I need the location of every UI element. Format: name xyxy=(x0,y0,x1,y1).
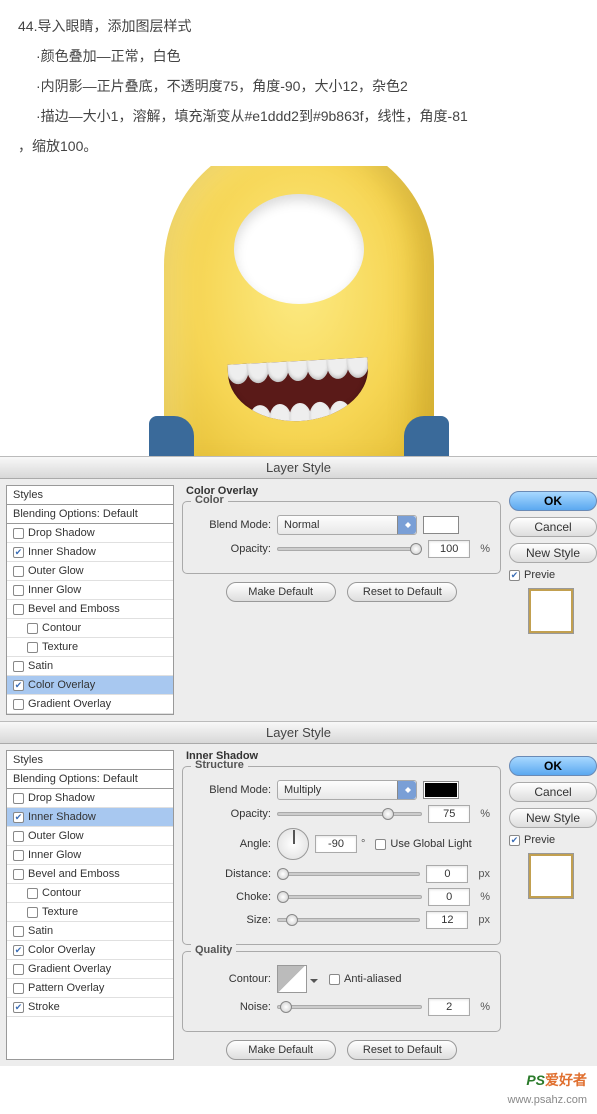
label-size: Size: xyxy=(193,914,271,926)
dialog-title: Layer Style xyxy=(0,722,597,744)
style-row-inner-glow[interactable]: Inner Glow xyxy=(7,581,173,600)
label-noise: Noise: xyxy=(193,1001,271,1013)
use-global-light-checkbox[interactable] xyxy=(375,839,386,850)
distance-slider[interactable] xyxy=(277,866,420,882)
angle-input[interactable]: -90 xyxy=(315,835,357,853)
label-opacity: Opacity: xyxy=(193,808,271,820)
size-slider[interactable] xyxy=(277,912,420,928)
fieldset-color: Color Blend Mode: Normal Opacity: 100 % xyxy=(182,501,501,574)
make-default-button[interactable]: Make Default xyxy=(226,1040,336,1060)
style-row-pattern-overlay[interactable]: Pattern Overlay xyxy=(7,979,173,998)
legend-structure: Structure xyxy=(191,759,248,771)
noise-slider[interactable] xyxy=(277,999,422,1015)
contour-picker[interactable] xyxy=(277,965,307,993)
style-row-bevel[interactable]: Bevel and Emboss xyxy=(7,600,173,619)
blend-mode-select[interactable]: Normal xyxy=(277,515,417,535)
style-row-inner-shadow[interactable]: Inner Shadow xyxy=(7,808,173,827)
ok-button[interactable]: OK xyxy=(509,756,597,776)
minion-illustration xyxy=(0,166,597,456)
style-row-gradient-overlay[interactable]: Gradient Overlay xyxy=(7,960,173,979)
style-row-bevel[interactable]: Bevel and Emboss xyxy=(7,865,173,884)
preview-label: Previe xyxy=(524,569,555,581)
styles-list: Styles Blending Options: Default Drop Sh… xyxy=(6,485,174,715)
preview-checkbox[interactable] xyxy=(509,570,520,581)
label-choke: Choke: xyxy=(193,891,271,903)
fieldset-structure: Structure Blend Mode: Multiply Opacity: … xyxy=(182,766,501,945)
label-opacity: Opacity: xyxy=(193,543,271,555)
section-title-color-overlay: Color Overlay xyxy=(186,485,501,497)
dialog-title: Layer Style xyxy=(0,457,597,479)
label-distance: Distance: xyxy=(193,868,271,880)
style-row-satin[interactable]: Satin xyxy=(7,657,173,676)
style-row-outer-glow[interactable]: Outer Glow xyxy=(7,827,173,846)
size-input[interactable]: 12 xyxy=(426,911,468,929)
noise-input[interactable]: 2 xyxy=(428,998,470,1016)
article-bullet: ·描边—大小1，溶解，填充渐变从#e1ddd2到#9b863f，线性，角度-81 xyxy=(18,102,579,130)
distance-input[interactable]: 0 xyxy=(426,865,468,883)
style-row-gradient-overlay[interactable]: Gradient Overlay xyxy=(7,695,173,714)
label-blend-mode: Blend Mode: xyxy=(193,784,271,796)
styles-header[interactable]: Styles xyxy=(7,751,173,770)
blending-options-row[interactable]: Blending Options: Default xyxy=(7,770,173,789)
preview-swatch xyxy=(529,589,573,633)
legend-quality: Quality xyxy=(191,944,236,956)
label-blend-mode: Blend Mode: xyxy=(193,519,271,531)
choke-input[interactable]: 0 xyxy=(428,888,470,906)
style-row-texture[interactable]: Texture xyxy=(7,903,173,922)
cancel-button[interactable]: Cancel xyxy=(509,782,597,802)
opacity-slider[interactable] xyxy=(277,806,422,822)
blending-options-row[interactable]: Blending Options: Default xyxy=(7,505,173,524)
angle-dial[interactable] xyxy=(277,828,309,860)
article-bullet: ·内阴影—正片叠底，不透明度75，角度-90，大小12，杂色2 xyxy=(18,72,579,100)
ok-button[interactable]: OK xyxy=(509,491,597,511)
preview-label: Previe xyxy=(524,834,555,846)
legend-color: Color xyxy=(191,494,228,506)
style-row-inner-glow[interactable]: Inner Glow xyxy=(7,846,173,865)
style-row-texture[interactable]: Texture xyxy=(7,638,173,657)
opacity-slider[interactable] xyxy=(277,541,422,557)
style-row-drop-shadow[interactable]: Drop Shadow xyxy=(7,789,173,808)
style-row-color-overlay[interactable]: Color Overlay xyxy=(7,941,173,960)
opacity-input[interactable]: 100 xyxy=(428,540,470,558)
style-row-contour[interactable]: Contour xyxy=(7,884,173,903)
layer-style-dialog-inner-shadow: Layer Style Styles Blending Options: Def… xyxy=(0,721,597,1066)
watermark: PS爱好者 www.psahz.com xyxy=(0,1066,597,1114)
layer-style-dialog-color-overlay: Layer Style Styles Blending Options: Def… xyxy=(0,456,597,721)
blend-mode-select[interactable]: Multiply xyxy=(277,780,417,800)
style-row-contour[interactable]: Contour xyxy=(7,619,173,638)
article-bullet: ·颜色叠加—正常，白色 xyxy=(18,42,579,70)
label-use-global: Use Global Light xyxy=(390,838,471,850)
article-text: 44.导入眼睛，添加图层样式 ·颜色叠加—正常，白色 ·内阴影—正片叠底，不透明… xyxy=(0,0,597,166)
style-row-inner-shadow[interactable]: Inner Shadow xyxy=(7,543,173,562)
style-row-stroke[interactable]: Stroke xyxy=(7,998,173,1017)
style-row-drop-shadow[interactable]: Drop Shadow xyxy=(7,524,173,543)
article-bullet: ，缩放100。 xyxy=(18,132,579,160)
style-row-satin[interactable]: Satin xyxy=(7,922,173,941)
new-style-button[interactable]: New Style xyxy=(509,543,597,563)
article-line: 44.导入眼睛，添加图层样式 xyxy=(18,12,579,40)
styles-list: Styles Blending Options: Default Drop Sh… xyxy=(6,750,174,1060)
preview-checkbox[interactable] xyxy=(509,835,520,846)
new-style-button[interactable]: New Style xyxy=(509,808,597,828)
reset-default-button[interactable]: Reset to Default xyxy=(347,1040,457,1060)
reset-default-button[interactable]: Reset to Default xyxy=(347,582,457,602)
color-swatch[interactable] xyxy=(423,516,459,534)
label-contour: Contour: xyxy=(193,973,271,985)
preview-swatch xyxy=(529,854,573,898)
label-anti-aliased: Anti-aliased xyxy=(344,973,401,985)
style-row-outer-glow[interactable]: Outer Glow xyxy=(7,562,173,581)
make-default-button[interactable]: Make Default xyxy=(226,582,336,602)
cancel-button[interactable]: Cancel xyxy=(509,517,597,537)
label-angle: Angle: xyxy=(193,838,271,850)
style-row-color-overlay[interactable]: Color Overlay xyxy=(7,676,173,695)
anti-aliased-checkbox[interactable] xyxy=(329,974,340,985)
styles-header[interactable]: Styles xyxy=(7,486,173,505)
fieldset-quality: Quality Contour: Anti-aliased Noise: 2 % xyxy=(182,951,501,1032)
shadow-color-swatch[interactable] xyxy=(423,781,459,799)
choke-slider[interactable] xyxy=(277,889,422,905)
opacity-input[interactable]: 75 xyxy=(428,805,470,823)
